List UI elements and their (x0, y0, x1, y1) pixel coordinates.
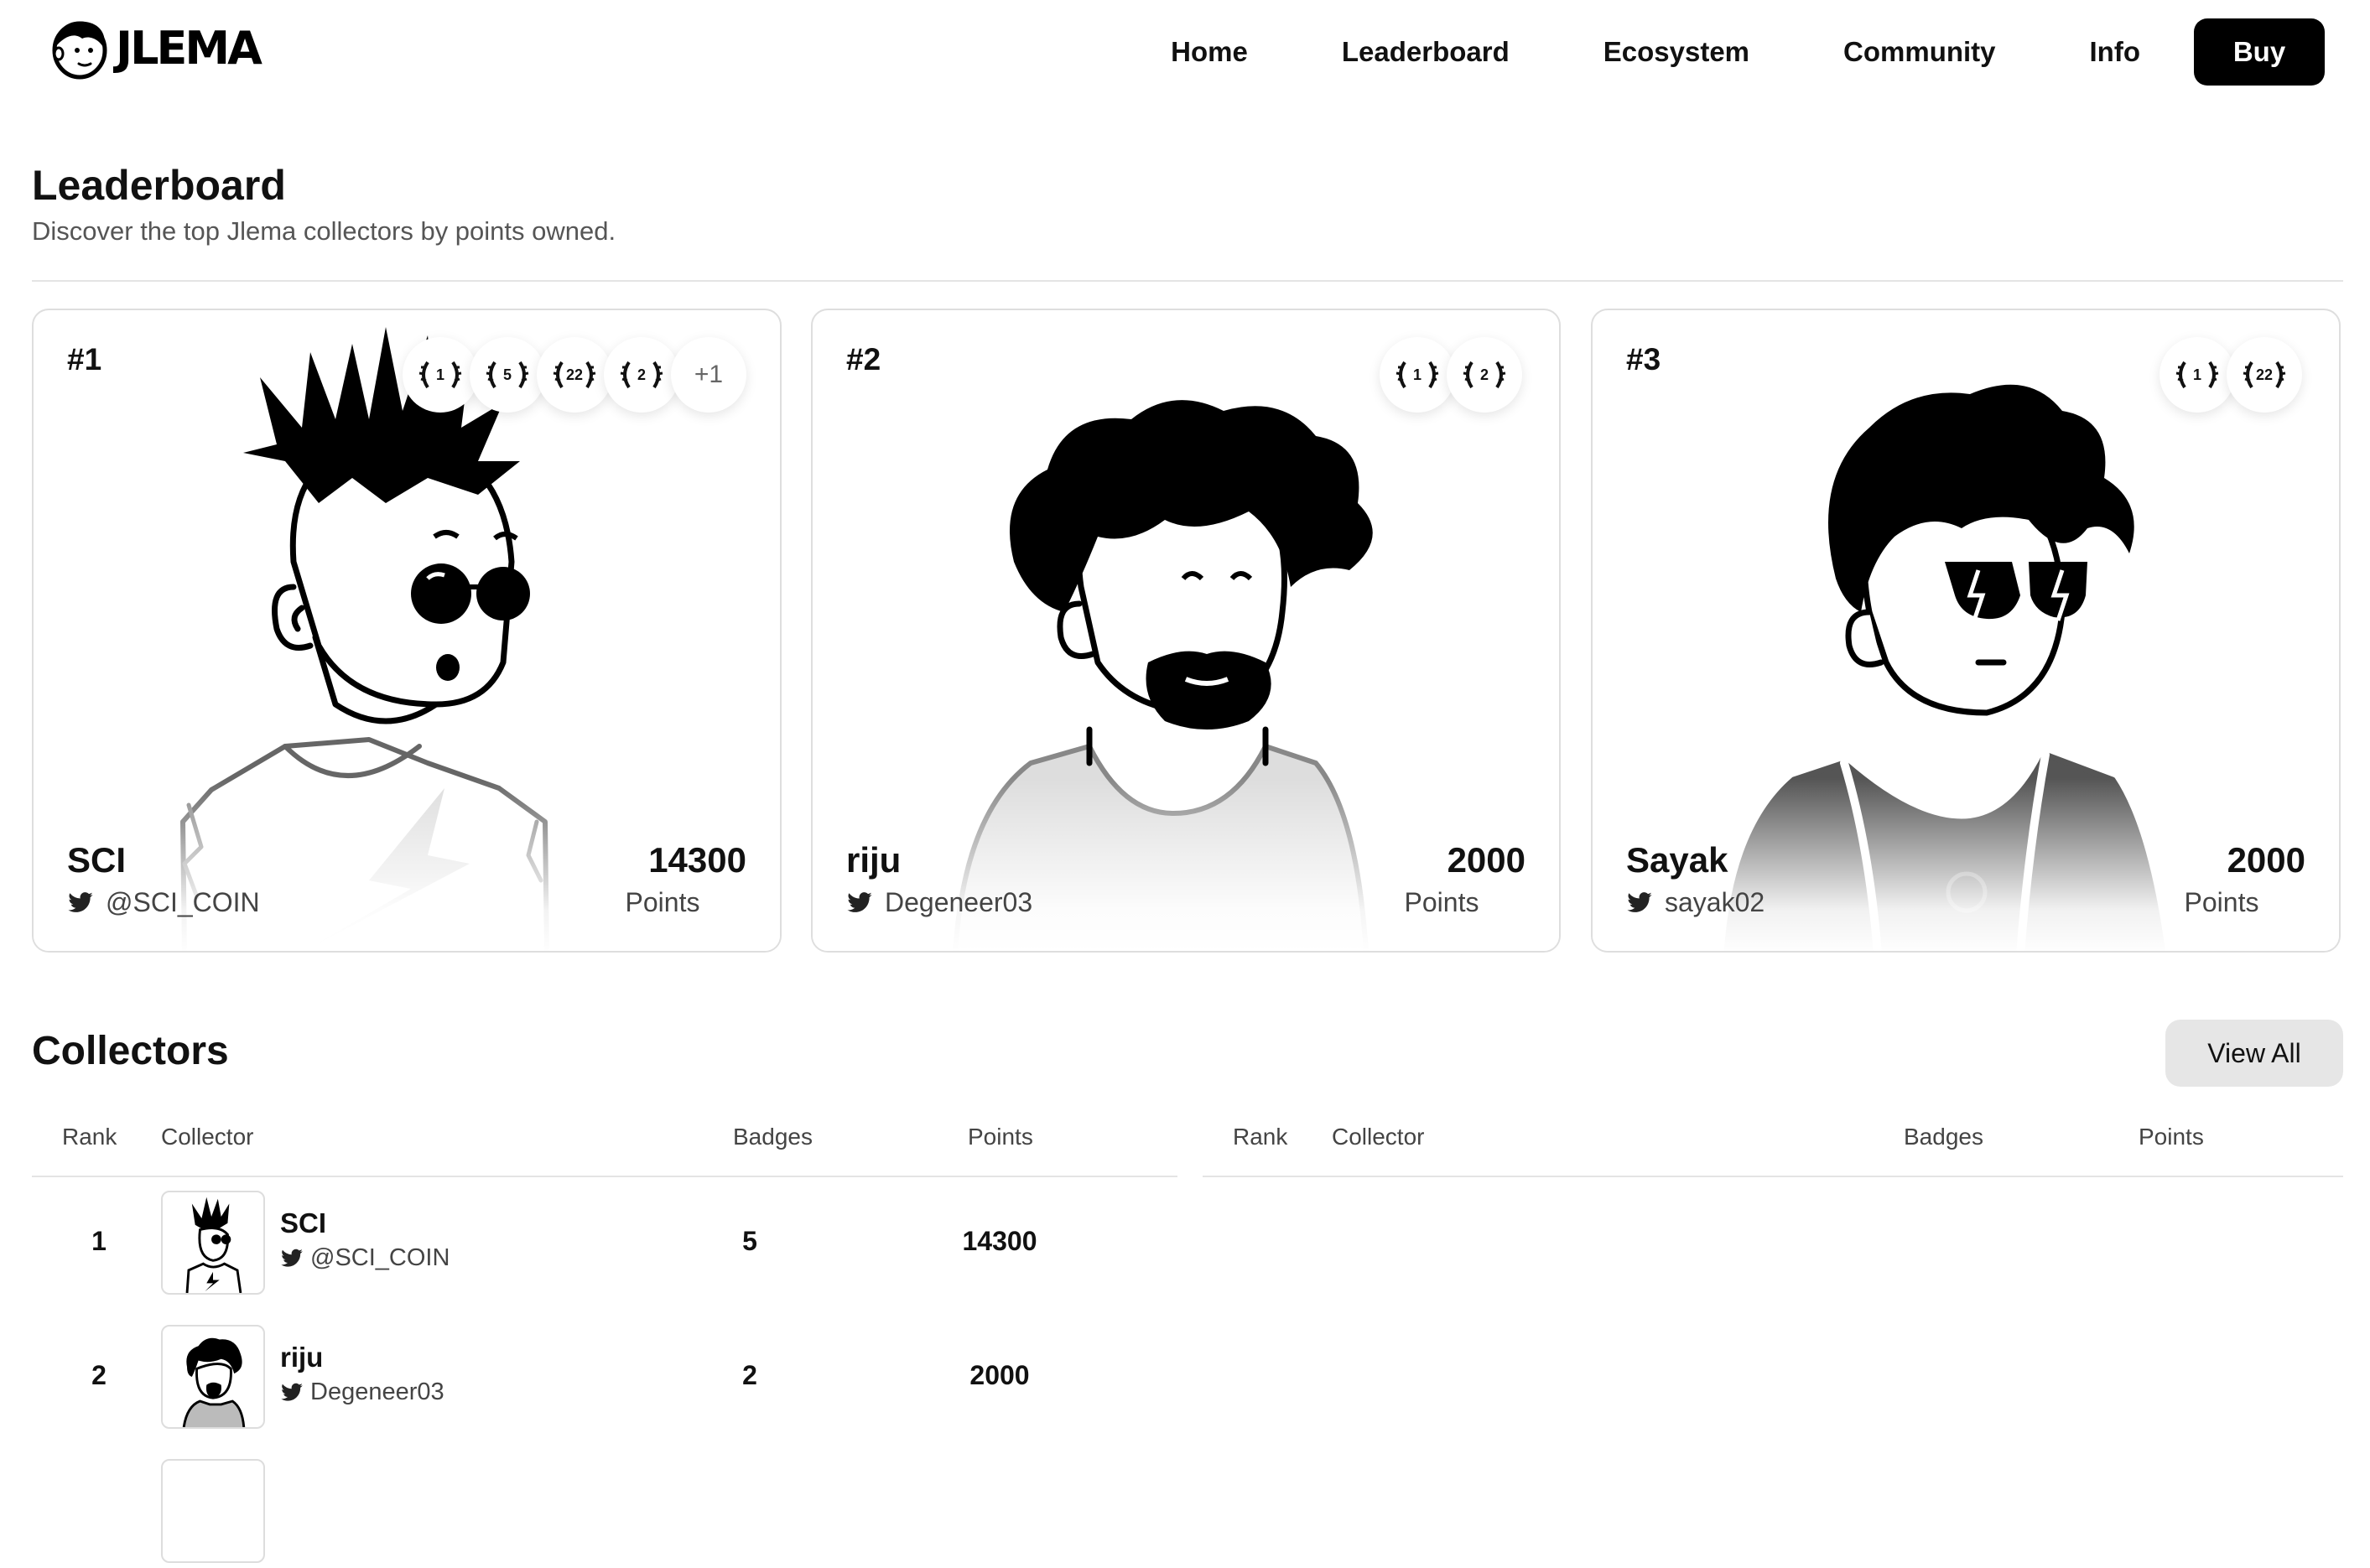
table-divider-right (1203, 1176, 2343, 1177)
more-badges[interactable]: +1 (671, 337, 746, 413)
badge-row: 1 2 (1380, 337, 1522, 413)
section-divider (32, 280, 2343, 282)
points-label: Points (2184, 887, 2259, 917)
points-label: Points (1404, 887, 1479, 917)
laurel-badge-icon[interactable]: 1 (403, 337, 478, 413)
twitter-icon (281, 1249, 303, 1267)
laurel-badge-icon[interactable]: 22 (537, 337, 612, 413)
twitter-handle[interactable]: sayak02 (1626, 887, 1765, 918)
podium-card-2[interactable]: #2 1 2 riju Degeneer03 2000 Points (811, 309, 1561, 953)
nav-links: Home Leaderboard Ecosystem Community Inf… (1171, 18, 2325, 86)
row-name[interactable]: SCI (280, 1207, 326, 1239)
jlema-face-icon (52, 21, 107, 80)
column-rank[interactable]: Rank (1233, 1124, 1287, 1150)
row-badges: 2 (742, 1360, 757, 1390)
collector-name: SCI (67, 840, 127, 880)
curly-hair-avatar-icon (182, 1337, 246, 1427)
avatar[interactable] (161, 1191, 265, 1295)
logo-text: JLEMA (116, 22, 262, 75)
laurel-badge-icon[interactable]: 5 (470, 337, 545, 413)
nav-info[interactable]: Info (2090, 36, 2140, 68)
points-block: 2000 Points (1358, 840, 1525, 932)
badge-row: 1 5 22 2 +1 (403, 337, 746, 413)
points-value: 14300 (648, 840, 746, 880)
points-block: 2000 Points (2138, 840, 2305, 932)
row-points: 2000 (969, 1360, 1030, 1390)
leaderboard-title: Leaderboard (32, 162, 286, 209)
row-rank: 1 (91, 1226, 107, 1256)
top-nav: JLEMA Home Leaderboard Ecosystem Communi… (0, 0, 2370, 101)
nav-leaderboard[interactable]: Leaderboard (1342, 36, 1510, 68)
avatar[interactable] (161, 1459, 265, 1563)
column-badges[interactable]: Badges (1904, 1124, 1983, 1150)
nav-home[interactable]: Home (1171, 36, 1248, 68)
collector-name: Sayak (1626, 840, 1728, 880)
laurel-badge-icon[interactable]: 1 (2160, 337, 2235, 413)
badge-row: 1 22 (2160, 337, 2302, 413)
nav-community[interactable]: Community (1843, 36, 1996, 68)
twitter-handle[interactable]: Degeneer03 (846, 887, 1032, 918)
points-value: 2000 (2227, 840, 2305, 880)
laurel-badge-icon[interactable]: 2 (604, 337, 679, 413)
collectors-title: Collectors (32, 1029, 229, 1073)
table-header-right: Rank Collector Badges Points (1203, 1124, 2343, 1157)
row-name[interactable]: riju (280, 1342, 323, 1373)
nav-ecosystem[interactable]: Ecosystem (1603, 36, 1749, 68)
column-badges[interactable]: Badges (733, 1124, 813, 1150)
row-badges: 5 (742, 1226, 757, 1256)
row-points: 14300 (962, 1226, 1037, 1256)
card-rank: #2 (846, 342, 881, 376)
view-all-button[interactable]: View All (2165, 1020, 2343, 1087)
table-divider-left (32, 1176, 1177, 1177)
podium-card-1[interactable]: #1 1 5 22 2 +1 SCI @SCI_COIN 14300 Point… (32, 309, 782, 953)
column-rank[interactable]: Rank (62, 1124, 117, 1150)
column-points[interactable]: Points (2139, 1124, 2204, 1150)
row-handle[interactable]: Degeneer03 (280, 1378, 444, 1406)
laurel-badge-icon[interactable]: 22 (2227, 337, 2302, 413)
twitter-icon (847, 891, 872, 912)
table-row[interactable] (32, 1459, 1177, 1568)
collector-name: riju (846, 840, 902, 880)
points-label: Points (625, 887, 700, 917)
twitter-icon (281, 1383, 303, 1401)
avatar[interactable] (161, 1325, 265, 1429)
row-handle[interactable]: @SCI_COIN (280, 1244, 450, 1272)
points-value: 2000 (1447, 840, 1525, 880)
table-header-left: Rank Collector Badges Points (32, 1124, 1177, 1157)
laurel-badge-icon[interactable]: 1 (1380, 337, 1455, 413)
card-rank: #1 (67, 342, 102, 376)
table-row[interactable]: 2 riju Degeneer03 2 2000 (32, 1325, 1177, 1434)
leaderboard-subtitle: Discover the top Jlema collectors by poi… (32, 216, 616, 246)
points-block: 14300 Points (579, 840, 746, 932)
mohawk-avatar-icon (185, 1197, 242, 1293)
twitter-icon (68, 891, 93, 912)
logo[interactable]: JLEMA (49, 17, 262, 80)
table-row[interactable]: 1 SCI @SCI_COIN 5 14300 (32, 1191, 1177, 1300)
laurel-badge-icon[interactable]: 2 (1447, 337, 1522, 413)
column-collector[interactable]: Collector (1332, 1124, 1424, 1150)
buy-button[interactable]: Buy (2194, 18, 2325, 86)
podium-card-3[interactable]: #3 1 22 Sayak sayak02 2000 Points (1591, 309, 2341, 953)
card-rank: #3 (1626, 342, 1661, 376)
twitter-handle[interactable]: @SCI_COIN (67, 887, 260, 918)
page: JLEMA Home Leaderboard Ecosystem Communi… (0, 0, 2370, 1563)
column-points[interactable]: Points (968, 1124, 1033, 1150)
twitter-icon (1627, 891, 1652, 912)
column-collector[interactable]: Collector (161, 1124, 253, 1150)
row-rank: 2 (91, 1360, 107, 1390)
